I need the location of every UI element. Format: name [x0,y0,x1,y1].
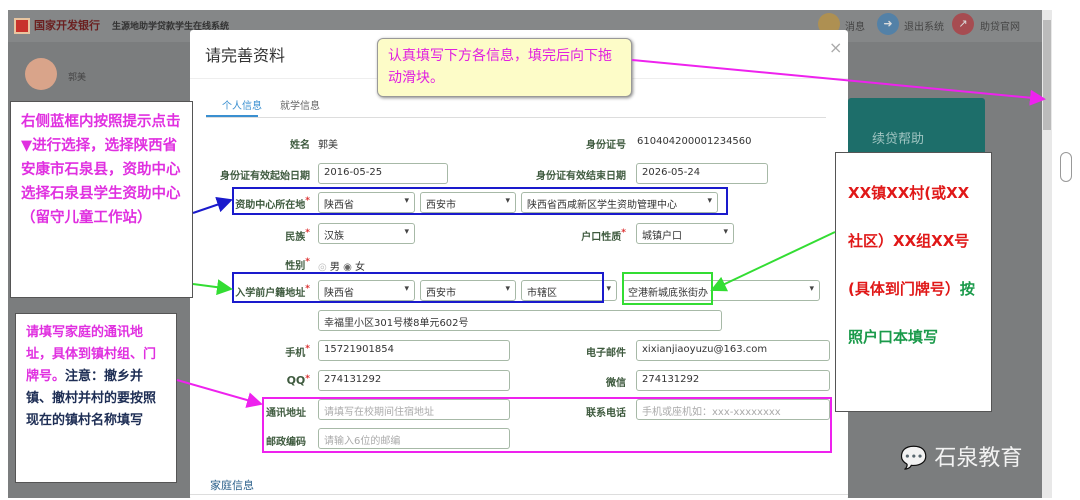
wechat-icon: 💬 [900,446,928,471]
watermark: 💬 石泉教育 [900,440,1022,472]
arrow-to-street [710,231,836,292]
watermark-text: 石泉教育 [934,446,1023,471]
annotation-arrows [176,59,1046,408]
arrow-to-scrollbar [631,59,1046,106]
arrow-to-contact [176,379,263,408]
arrow-to-aid-center [192,196,233,214]
arrow-to-hukou-addr [192,279,233,296]
